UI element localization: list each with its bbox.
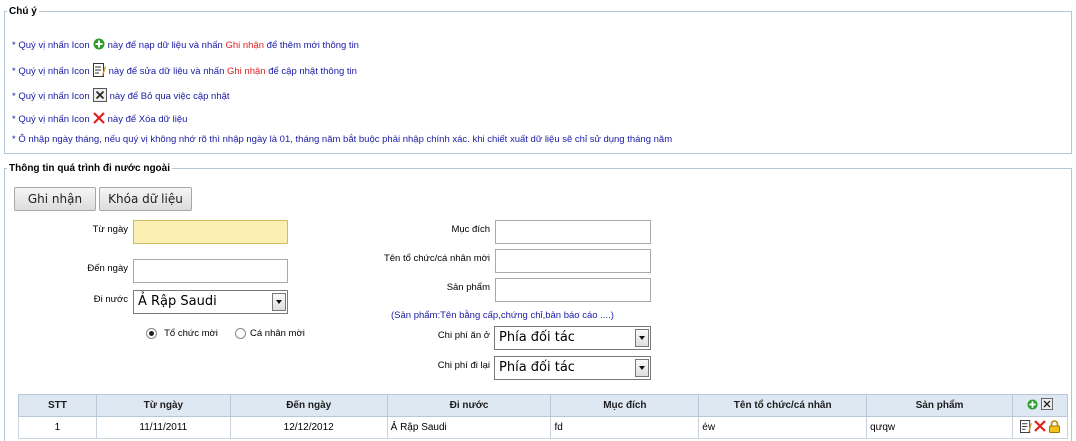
chevron-down-icon xyxy=(635,359,649,377)
save-button[interactable]: Ghi nhận xyxy=(14,187,96,211)
cancel-icon[interactable] xyxy=(1040,398,1053,413)
radio-person[interactable] xyxy=(235,328,246,339)
note-line-edit: * Quý vị nhấn Icon này để sửa dữ liệu và… xyxy=(12,63,357,80)
cell-country: Ả Rập Saudi xyxy=(386,416,552,439)
inviter-label: Tên tổ chức/cá nhân mời xyxy=(383,253,490,264)
col-organization: Tên tổ chức/cá nhân xyxy=(698,394,868,417)
product-input[interactable] xyxy=(495,278,651,302)
cell-actions xyxy=(1011,416,1069,439)
purpose-label: Mục đích xyxy=(451,224,490,235)
lodging-cost-label: Chi phí ăn ở xyxy=(437,330,490,341)
add-plus-icon[interactable] xyxy=(1027,398,1038,413)
from-date-input[interactable] xyxy=(133,220,288,244)
col-to-date: Đến ngày xyxy=(229,394,388,417)
lock-icon[interactable] xyxy=(1049,419,1061,436)
lodging-cost-select[interactable]: Phía đối tác xyxy=(494,326,651,350)
cell-to-date: 12/12/2012 xyxy=(229,416,388,439)
note-line-delete: * Quý vị nhấn Icon này để Xóa dữ liệu xyxy=(12,112,188,127)
radio-organization[interactable] xyxy=(146,328,157,339)
lock-data-button[interactable]: Khóa dữ liệu xyxy=(99,187,192,211)
radio-person-label: Cá nhân mời xyxy=(250,328,305,339)
radio-organization-label: Tổ chức mời xyxy=(164,328,218,339)
col-from-date: Từ ngày xyxy=(95,394,231,417)
to-date-label: Đến ngày xyxy=(87,263,128,274)
col-purpose: Mục đích xyxy=(550,394,700,417)
edit-icon[interactable] xyxy=(1019,419,1032,436)
product-hint: (Sản phẩm:Tên bằng cấp,chứng chỉ,bản báo… xyxy=(391,310,614,321)
chevron-down-icon xyxy=(635,329,649,347)
cell-purpose: fd xyxy=(550,416,700,439)
to-date-input[interactable] xyxy=(133,259,288,283)
cell-organization: éw xyxy=(698,416,868,439)
country-select[interactable]: Ả Rập Saudi xyxy=(133,290,288,314)
note-line-date: * Ô nhập ngày tháng, nếu quý vị không nh… xyxy=(12,134,673,145)
edit-icon xyxy=(92,63,106,80)
note-line-cancel: * Quý vị nhấn Icon này để Bỏ qua việc cậ… xyxy=(12,88,230,105)
col-country: Đi nước xyxy=(386,394,552,417)
cell-product: qưqw xyxy=(866,416,1013,439)
purpose-input[interactable] xyxy=(495,220,651,244)
product-label: Sản phẩm xyxy=(446,282,490,293)
col-product: Sản phẩm xyxy=(866,394,1013,417)
cancel-icon xyxy=(92,88,107,105)
delete-x-icon xyxy=(92,112,105,127)
cell-from-date: 11/11/2011 xyxy=(95,416,231,439)
travel-records-table: STT Từ ngày Đến ngày Đi nước Mục đích Tê… xyxy=(18,394,1069,439)
chevron-down-icon xyxy=(272,293,286,311)
from-date-label: Từ ngày xyxy=(92,224,128,235)
delete-x-icon[interactable] xyxy=(1034,420,1047,435)
travel-info-legend: Thông tin quá trình đi nước ngoài xyxy=(9,163,170,174)
col-actions xyxy=(1011,394,1069,417)
inviter-input[interactable] xyxy=(495,249,651,273)
cell-stt: 1 xyxy=(18,416,97,439)
table-row[interactable]: 1 11/11/2011 12/12/2012 Ả Rập Saudi fd é… xyxy=(18,416,1069,439)
table-header-row: STT Từ ngày Đến ngày Đi nước Mục đích Tê… xyxy=(18,394,1069,417)
notes-legend: Chú ý xyxy=(9,6,37,17)
travel-cost-label: Chi phí đi lại xyxy=(437,360,490,371)
add-plus-icon xyxy=(93,38,105,53)
travel-cost-select[interactable]: Phía đối tác xyxy=(494,356,651,380)
note-line-add: * Quý vị nhấn Icon này để nạp dữ liệu và… xyxy=(12,38,359,53)
notes-panel: Chú ý xyxy=(4,6,1072,154)
col-stt: STT xyxy=(18,394,97,417)
country-label: Đi nước xyxy=(93,294,128,305)
